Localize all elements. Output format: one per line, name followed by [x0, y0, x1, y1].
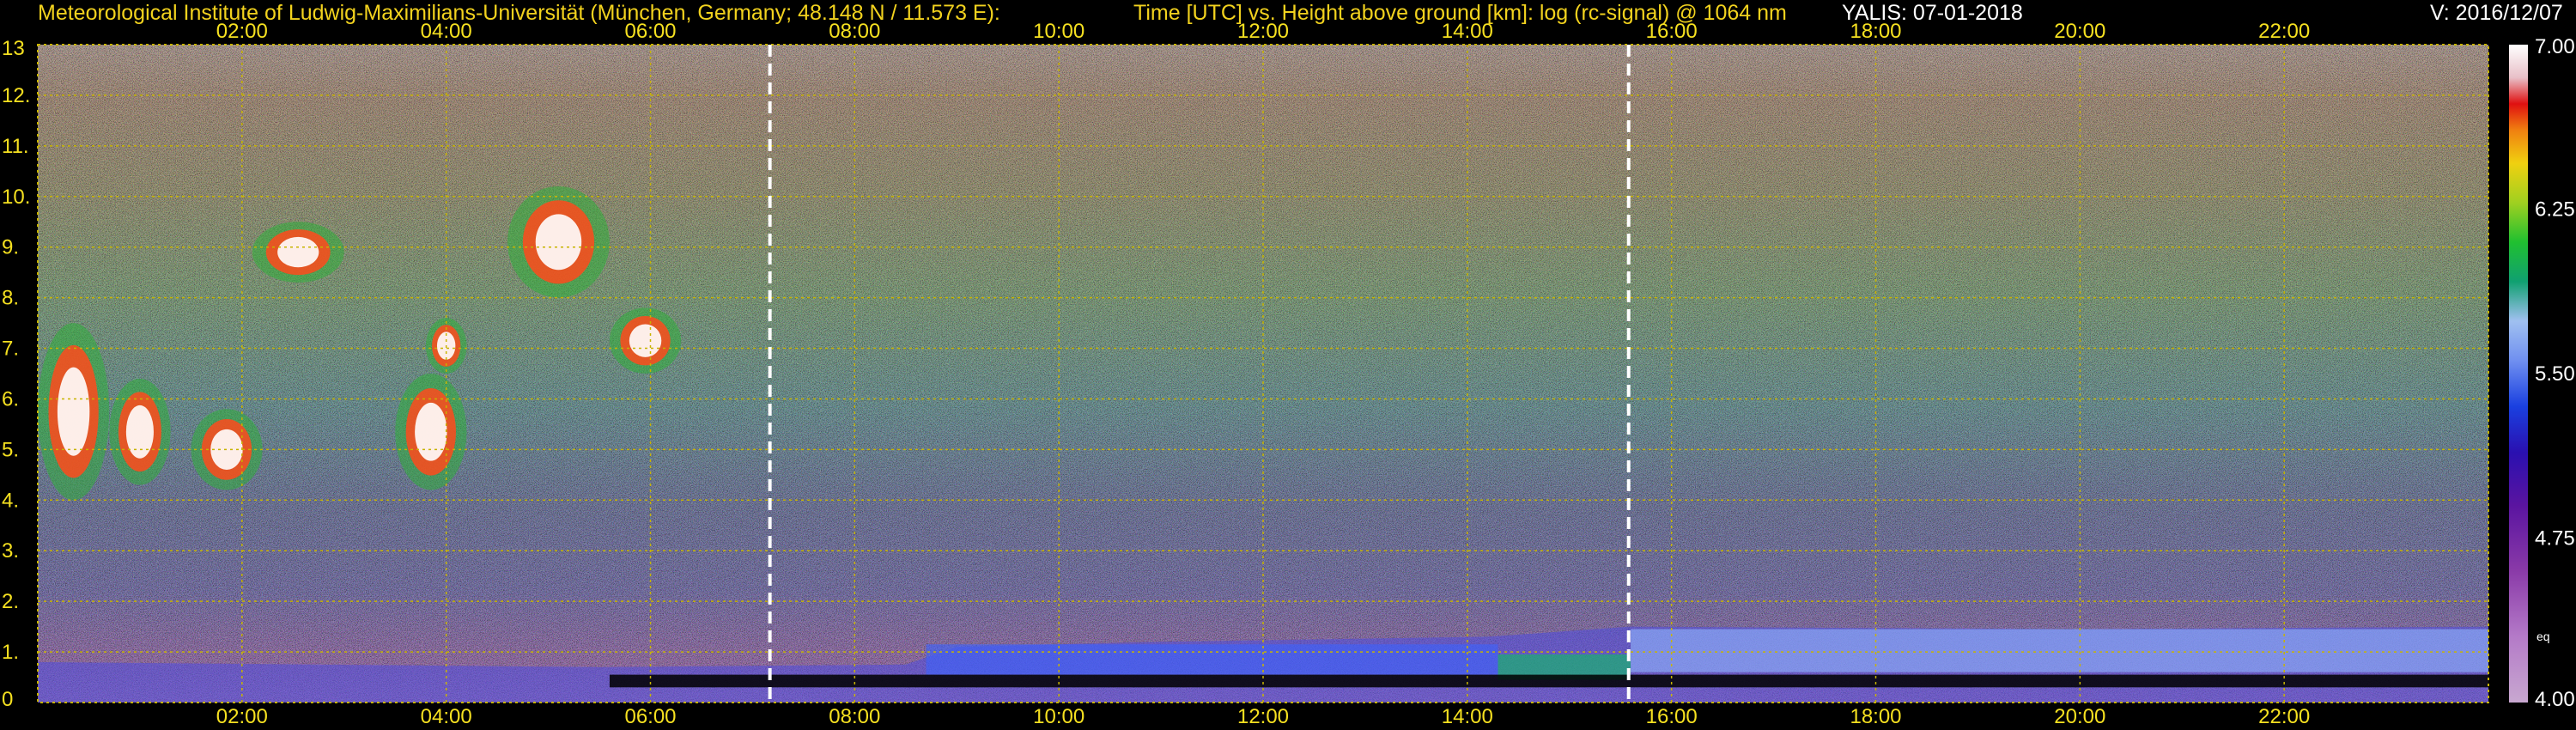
y-tick-label: 9. — [2, 236, 19, 259]
x-tick-label-bottom: 10:00 — [1033, 705, 1084, 728]
x-tick-label-bottom: 06:00 — [624, 705, 676, 728]
colorbar-labels: 7.00 6.25 5.50 4.75 4.00 eq — [2535, 35, 2575, 711]
overlap-dark-band — [609, 674, 2488, 688]
x-tick-label-top: 14:00 — [1442, 20, 1493, 43]
y-tick-label: 6. — [2, 387, 19, 411]
y-tick-label: 10. — [2, 186, 30, 209]
x-tick-label-bottom: 12:00 — [1237, 705, 1289, 728]
x-tick-label-top: 22:00 — [2258, 20, 2310, 43]
aerosol-layer-midday — [926, 644, 1498, 675]
y-tick-label: 1. — [2, 641, 19, 664]
y-tick-label: 3. — [2, 539, 19, 563]
y-tick-label: 8. — [2, 287, 19, 310]
x-tick-label-top: 04:00 — [421, 20, 472, 43]
y-axis: 0 1. 2. 3. 4. 5. 6. 7. 8. 9. 10. 11. 12. 13 — [2, 37, 30, 711]
x-tick-label-bottom: 20:00 — [2054, 705, 2105, 728]
y-tick-label: 4. — [2, 489, 19, 512]
lidar-heatmap-chart: 02:00 04:00 06:00 08:00 10:00 12:00 14:00 16:00… — [2, 20, 2575, 728]
x-tick-label-bottom: 14:00 — [1442, 705, 1493, 728]
cloud-core — [57, 367, 90, 456]
x-tick-label-bottom: 04:00 — [421, 705, 472, 728]
colorbar — [2509, 45, 2528, 703]
x-axis-top: 02:00 04:00 06:00 08:00 10:00 12:00 14:00 16:00… — [216, 20, 2310, 43]
y-tick-label: 2. — [2, 590, 19, 613]
aerosol-layer-evening — [1631, 629, 2488, 672]
x-tick-label-bottom: 18:00 — [1850, 705, 1901, 728]
colorbar-label: 7.00 — [2535, 35, 2575, 58]
x-tick-label-top: 16:00 — [1646, 20, 1698, 43]
cloud-core — [125, 405, 154, 459]
x-tick-label-top: 06:00 — [624, 20, 676, 43]
cloud-core — [415, 402, 447, 461]
y-tick-label: 11. — [2, 135, 29, 158]
colorbar-label: 6.25 — [2535, 198, 2575, 222]
x-tick-label-top: 08:00 — [829, 20, 880, 43]
x-tick-label-top: 10:00 — [1033, 20, 1084, 43]
colorbar-extra-label: eq — [2537, 630, 2550, 643]
x-tick-label-top: 02:00 — [216, 20, 268, 43]
x-tick-label-bottom: 08:00 — [829, 705, 880, 728]
x-tick-label-top: 12:00 — [1237, 20, 1289, 43]
y-tick-label: 5. — [2, 438, 19, 461]
x-tick-label-bottom: 02:00 — [216, 705, 268, 728]
colorbar-label: 4.00 — [2535, 688, 2575, 711]
y-tick-label: 7. — [2, 338, 19, 361]
y-tick-label: 12. — [2, 84, 30, 107]
y-tick-label: 0 — [2, 688, 13, 711]
cloud-core — [629, 324, 662, 357]
x-tick-label-top: 20:00 — [2054, 20, 2105, 43]
y-tick-label: 13 — [2, 37, 25, 60]
cloud-core — [277, 236, 319, 268]
cloud-core — [535, 214, 582, 271]
x-axis-bottom: 02:00 04:00 06:00 08:00 10:00 12:00 14:00 16:00… — [216, 705, 2310, 728]
colorbar-label: 5.50 — [2535, 362, 2575, 386]
colorbar-label: 4.75 — [2535, 527, 2575, 551]
x-tick-label-bottom: 22:00 — [2258, 705, 2310, 728]
x-tick-label-bottom: 16:00 — [1646, 705, 1698, 728]
x-tick-label-top: 18:00 — [1850, 20, 1901, 43]
